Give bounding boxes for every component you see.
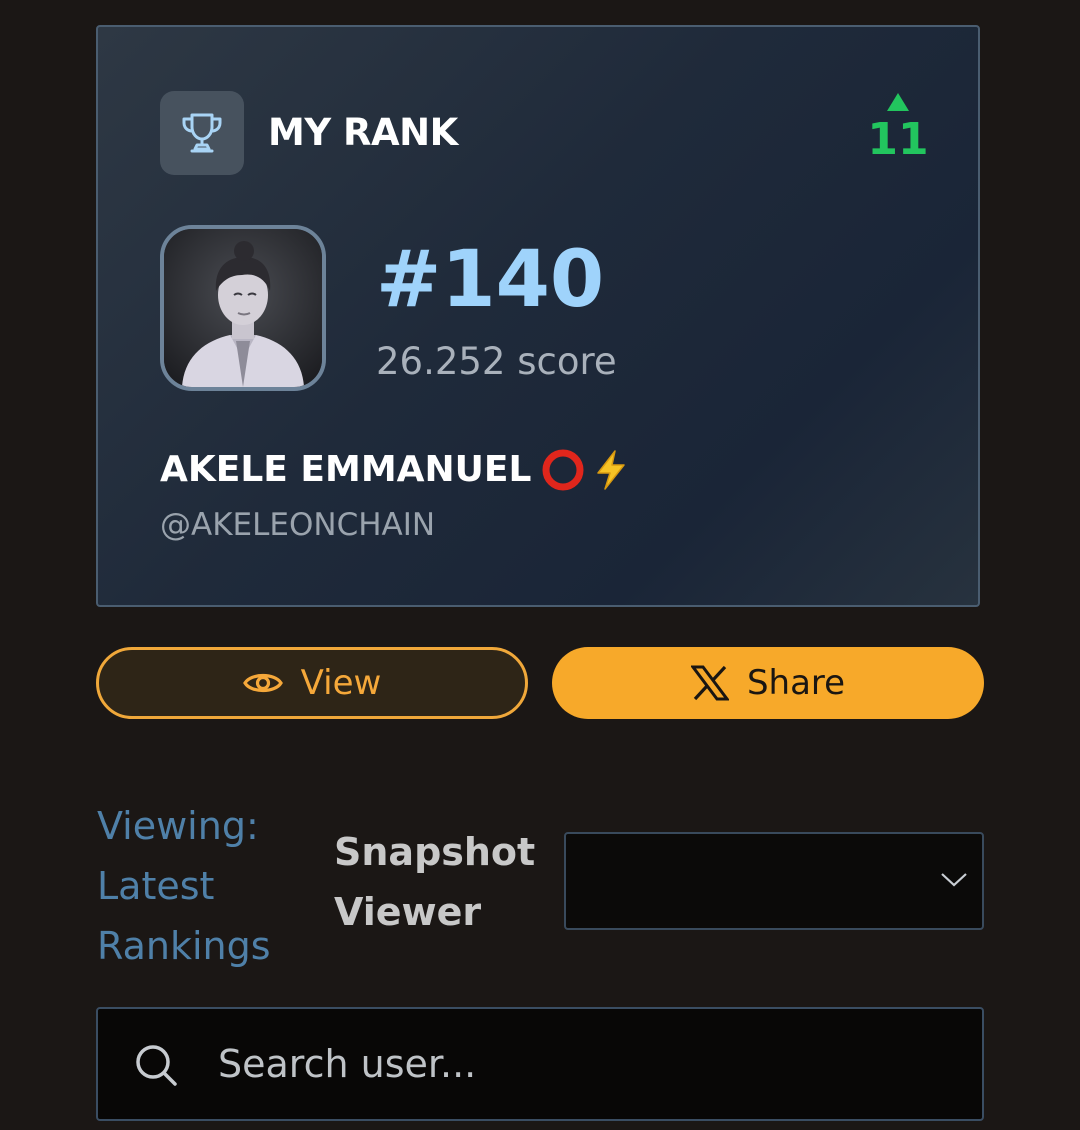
x-logo-icon (690, 665, 729, 701)
lightning-icon (597, 450, 626, 490)
user-handle: @AKELEONCHAIN (160, 507, 436, 543)
search-box (96, 1007, 984, 1121)
score: 26.252 score (376, 340, 617, 383)
display-name-text: AKELE EMMANUEL (160, 449, 532, 490)
view-button[interactable]: View (96, 647, 528, 719)
avatar (160, 225, 326, 391)
share-button[interactable]: Share (552, 647, 984, 719)
snapshot-viewer-label: Snapshot Viewer (334, 830, 536, 934)
snapshot-select[interactable] (564, 832, 984, 930)
chevron-down-icon (940, 872, 968, 892)
view-button-label: View (300, 663, 382, 703)
card-title: MY RANK (268, 111, 458, 154)
rank-change-value: 11 (867, 114, 929, 165)
search-input[interactable] (218, 1033, 938, 1095)
trophy-icon (160, 91, 244, 175)
rank-number: #140 (376, 235, 605, 325)
red-ring-icon (542, 449, 584, 491)
viewing-status: Viewing: Latest Rankings (97, 804, 271, 968)
search-icon (134, 1043, 178, 1091)
display-name: AKELE EMMANUEL (160, 445, 633, 495)
share-button-label: Share (746, 663, 846, 703)
eye-icon (242, 669, 283, 697)
my-rank-card: MY RANK 11 #140 26.252 score AKELE EMMAN… (96, 25, 980, 607)
rank-change: 11 (858, 93, 938, 163)
arrow-up-icon (887, 93, 909, 111)
